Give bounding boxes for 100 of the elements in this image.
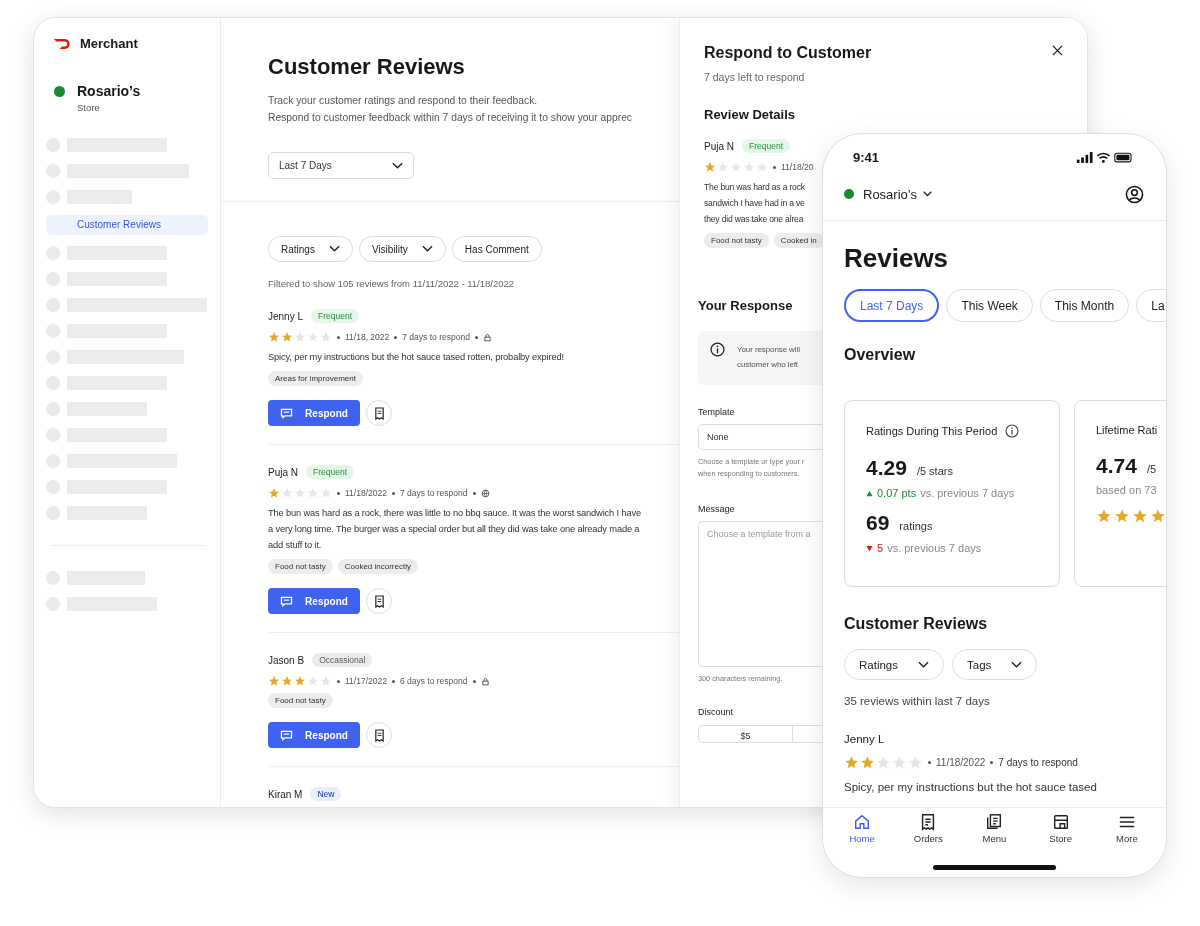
- respond-button[interactable]: Respond: [268, 400, 360, 426]
- review-text: The bun was hard as a rock: [704, 181, 805, 194]
- review-tag: Food not tasty: [268, 559, 333, 574]
- status-icons: [1076, 151, 1134, 164]
- close-icon[interactable]: [1052, 45, 1063, 56]
- rating-change: 0.07 pts: [877, 487, 917, 499]
- period-dropdown[interactable]: Last 7 Days: [268, 152, 414, 179]
- field-label: Template: [698, 407, 735, 417]
- chat-icon: [280, 595, 294, 607]
- review-tag: Food not tasty: [268, 693, 333, 708]
- tab-bar-item[interactable]: More: [1096, 808, 1157, 855]
- page-description: Track your customer ratings and respond to their feedback.: [268, 94, 538, 108]
- customer-badge: Frequent: [306, 465, 355, 479]
- info-text: customer who left: [737, 359, 798, 371]
- section-heading: Your Response: [698, 298, 793, 313]
- review-text: The bun was hard as a rock, there was little to no bbq sauce. It was the worst sandwich I have: [268, 507, 641, 520]
- filter-dropdown[interactable]: Ratings: [268, 236, 353, 262]
- ratings-count: 69: [866, 511, 890, 535]
- template-dropdown[interactable]: None: [698, 424, 822, 450]
- chevron-icon: [918, 660, 929, 669]
- store-label: Store: [77, 102, 100, 113]
- tab-bar-item[interactable]: Menu: [964, 808, 1025, 855]
- reviewer-name: Kiran M: [268, 788, 303, 800]
- review-tag: Areas for improvement: [268, 371, 363, 386]
- response-deadline: 7 days to respond: [998, 757, 1078, 768]
- status-dot: [844, 189, 854, 199]
- review-text: add stuff to it.: [268, 539, 322, 552]
- reviewer-name: Jenny L: [844, 733, 885, 745]
- review-count: 35 reviews within last 7 days: [844, 695, 990, 707]
- respond-button[interactable]: Respond: [268, 722, 360, 748]
- card-title: Lifetime Rati: [1096, 424, 1158, 436]
- review-date: 11/17/2022: [345, 676, 387, 686]
- customer-badge: Occassional: [312, 653, 373, 667]
- reviewer-name: Puja N: [704, 140, 734, 152]
- logo-icon: [53, 37, 73, 50]
- rating-unit: /5: [1146, 463, 1157, 475]
- receipt-icon: [373, 728, 385, 742]
- chat-icon: [280, 729, 294, 741]
- page-title: Customer Reviews: [268, 54, 465, 80]
- review-text: sandwich I have had in a ve: [704, 197, 805, 210]
- reviewer-name: Jenny L: [268, 310, 304, 322]
- tab-bar-item[interactable]: Store: [1030, 808, 1091, 855]
- section-heading: Overview: [844, 346, 916, 364]
- chevron-icon: [328, 245, 340, 253]
- section-heading: Customer Reviews: [844, 615, 988, 633]
- reviewer-name: Jason B: [268, 654, 305, 666]
- store-icon: [1051, 813, 1070, 831]
- filter-chip[interactable]: Has Comment: [451, 236, 542, 262]
- count-change: 5: [877, 542, 884, 554]
- tab-bar-item[interactable]: Home: [832, 808, 893, 855]
- panel-subtitle: 7 days left to respond: [704, 71, 805, 83]
- brand-name: Merchant: [80, 36, 138, 51]
- review-text: Spicy, per my instructions but the hot sauce tased rotten, probalby expired!: [268, 351, 564, 364]
- review-text: they did was take one alrea: [704, 213, 804, 226]
- discount-option[interactable]: $5: [699, 726, 793, 742]
- period-tab[interactable]: This Month: [1039, 289, 1130, 322]
- review-text: a very long time. The burger was a special order but all they did was take one already made a: [268, 523, 640, 536]
- info-icon[interactable]: [1005, 424, 1020, 438]
- rating-value: 4.74: [1096, 454, 1137, 478]
- page-description: Respond to customer feedback within 7 days of receiving it to show your apprec: [268, 111, 633, 125]
- customer-badge: Frequent: [742, 139, 791, 153]
- response-deadline: 6 days to respond: [399, 676, 468, 686]
- period-tab[interactable]: Last 7 Days: [844, 289, 940, 322]
- filter-dropdown[interactable]: Ratings: [844, 649, 944, 680]
- message-field[interactable]: Choose a template from a: [698, 521, 822, 667]
- profile-icon[interactable]: [1125, 184, 1144, 204]
- ratings-unit: ratings: [899, 520, 933, 532]
- review-date: 11/18, 2022: [345, 332, 390, 342]
- customer-badge: Frequent: [311, 309, 360, 323]
- page-title: Reviews: [844, 243, 949, 274]
- review-date: 11/18/2022: [936, 757, 986, 768]
- period-tab[interactable]: La: [1136, 289, 1166, 322]
- status-time: 9:41: [853, 150, 880, 165]
- comparison-text: vs. previous 7 days: [887, 542, 982, 554]
- receipt-button[interactable]: [366, 588, 392, 614]
- filter-dropdown[interactable]: Tags: [952, 649, 1038, 680]
- review-tag: Cooked incorrectly: [337, 559, 418, 574]
- respond-button[interactable]: Respond: [268, 588, 360, 614]
- review-text: Spicy, per my instructions but the hot sauce tased: [844, 781, 1097, 793]
- home-icon: [853, 813, 872, 831]
- info-icon: [710, 342, 725, 357]
- store-selector[interactable]: Rosario’s: [863, 186, 932, 202]
- response-deadline: 7 days to respond: [399, 488, 468, 498]
- status-dot: [54, 86, 65, 97]
- chevron-icon: [922, 191, 932, 197]
- info-text: Your response will: [737, 344, 800, 356]
- panel-title: Respond to Customer: [704, 44, 872, 62]
- card-title: Ratings During This Period: [866, 425, 998, 437]
- book-icon: [985, 813, 1004, 831]
- tab-bar-item[interactable]: Orders: [898, 808, 959, 855]
- filter-dropdown[interactable]: Visibility: [358, 236, 446, 262]
- chevron-icon: [421, 245, 433, 253]
- period-tab[interactable]: This Week: [946, 289, 1033, 322]
- receipt-button[interactable]: [366, 400, 392, 426]
- receipt-button[interactable]: [366, 722, 392, 748]
- filter-summary: Filtered to show 105 reviews from 11/11/2022 - 11/18/2022: [268, 278, 515, 289]
- store-name: Rosario’s: [77, 83, 141, 99]
- receipt-icon: [373, 594, 385, 608]
- review-date: 11/18/2022: [345, 488, 387, 498]
- sidebar-item[interactable]: Customer Reviews: [46, 215, 208, 235]
